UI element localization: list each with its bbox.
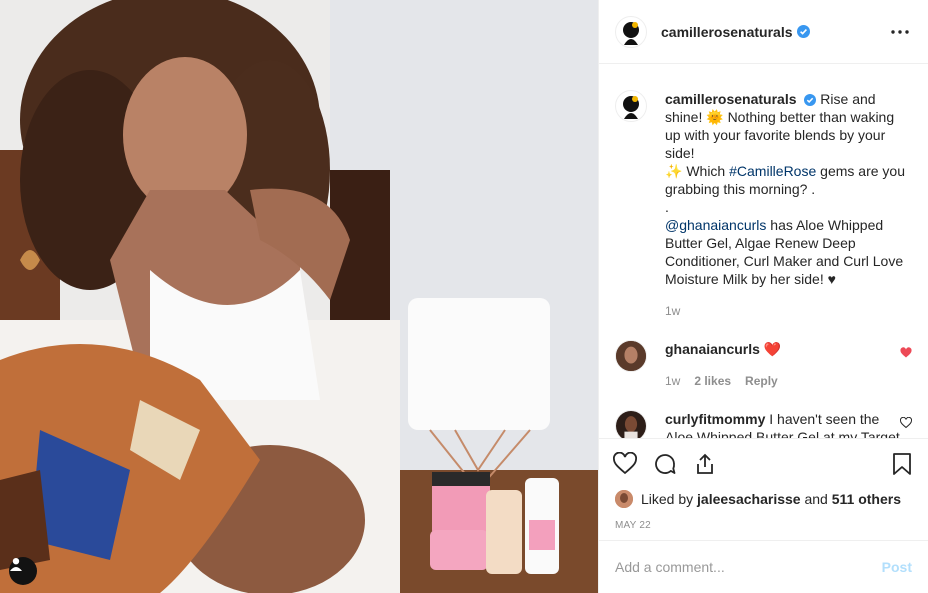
post-sidebar: camillerosenaturals camillerosenaturals … bbox=[598, 0, 928, 593]
brand-logo-icon bbox=[623, 21, 639, 45]
comment-time[interactable]: 1w bbox=[665, 372, 680, 390]
tagged-users-button[interactable] bbox=[9, 557, 37, 585]
comment-item: ghanaiancurls ❤️ 1w 2 likes Reply bbox=[615, 340, 912, 390]
post-photo[interactable] bbox=[0, 0, 598, 593]
brand-logo-icon bbox=[623, 96, 639, 119]
commenter-avatar[interactable] bbox=[615, 410, 647, 438]
comment-like-button[interactable] bbox=[899, 410, 913, 432]
comment-meta: 1w 2 likes Reply bbox=[665, 372, 900, 390]
caption-dot: . bbox=[665, 199, 669, 215]
instagram-post: camillerosenaturals camillerosenaturals … bbox=[0, 0, 928, 593]
avatar-photo-icon bbox=[616, 341, 646, 371]
commenter-avatar[interactable] bbox=[615, 340, 647, 372]
reply-button[interactable]: Reply bbox=[745, 372, 778, 390]
more-options-button[interactable] bbox=[888, 20, 912, 44]
comment-likes[interactable]: 2 likes bbox=[694, 372, 731, 390]
caption-username[interactable]: camillerosenaturals bbox=[665, 91, 797, 107]
liker-username[interactable]: jaleesacharisse bbox=[697, 491, 801, 507]
avatar-photo-icon bbox=[615, 490, 633, 508]
verified-badge-icon bbox=[804, 94, 817, 107]
comment-item: curlyfitmommy I haven't seen the Aloe Wh… bbox=[615, 410, 913, 438]
heart-filled-icon bbox=[900, 347, 912, 358]
comment-button[interactable] bbox=[651, 450, 679, 478]
action-bar bbox=[599, 438, 928, 488]
likes-middle: and bbox=[804, 491, 828, 507]
verified-badge-icon bbox=[796, 25, 810, 38]
caption-time[interactable]: 1w bbox=[665, 302, 680, 320]
likes-others[interactable]: 511 others bbox=[832, 491, 901, 507]
comments-list[interactable]: camillerosenaturals Rise and shine! 🌞 No… bbox=[599, 64, 928, 438]
avatar-photo-icon bbox=[616, 411, 646, 438]
share-button[interactable] bbox=[691, 450, 719, 478]
comment-emoji: ❤️ bbox=[763, 341, 782, 357]
heart-icon bbox=[613, 451, 637, 474]
more-horizontal-icon bbox=[891, 29, 909, 34]
share-icon bbox=[697, 453, 713, 474]
comment-body: ghanaiancurls ❤️ 1w 2 likes Reply bbox=[665, 340, 900, 390]
caption-meta: 1w bbox=[665, 302, 905, 320]
save-button[interactable] bbox=[888, 450, 916, 478]
comment-username[interactable]: ghanaiancurls bbox=[665, 341, 760, 357]
bookmark-icon bbox=[893, 452, 911, 475]
likes-summary: Liked by jaleesacharisse and 511 others bbox=[599, 488, 928, 510]
caption: camillerosenaturals Rise and shine! 🌞 No… bbox=[615, 90, 912, 320]
comment-icon bbox=[655, 453, 676, 474]
account-avatar[interactable] bbox=[615, 15, 647, 48]
liker-avatar[interactable] bbox=[615, 490, 633, 508]
add-comment-bar: Post bbox=[599, 540, 928, 593]
caption-avatar[interactable] bbox=[615, 90, 647, 122]
caption-body: camillerosenaturals Rise and shine! 🌞 No… bbox=[665, 90, 905, 320]
mention-link[interactable]: @ghanaiancurls bbox=[665, 217, 766, 233]
user-icon bbox=[10, 558, 22, 571]
comment-username[interactable]: curlyfitmommy bbox=[665, 411, 765, 427]
heart-outline-icon bbox=[899, 416, 913, 429]
comment-body: curlyfitmommy I haven't seen the Aloe Wh… bbox=[665, 410, 900, 438]
account-username[interactable]: camillerosenaturals bbox=[661, 24, 793, 40]
likes-prefix: Liked by bbox=[641, 491, 694, 507]
post-date[interactable]: MAY 22 bbox=[599, 510, 928, 540]
comment-input[interactable] bbox=[615, 559, 882, 575]
photo-illustration bbox=[0, 0, 598, 593]
caption-text-3a: ✨ Which bbox=[665, 163, 730, 179]
post-header: camillerosenaturals bbox=[599, 0, 928, 64]
hashtag-link[interactable]: #CamilleRose bbox=[729, 163, 816, 179]
post-comment-button[interactable]: Post bbox=[882, 559, 912, 575]
comment-like-button[interactable] bbox=[900, 340, 912, 362]
like-button[interactable] bbox=[611, 450, 639, 478]
